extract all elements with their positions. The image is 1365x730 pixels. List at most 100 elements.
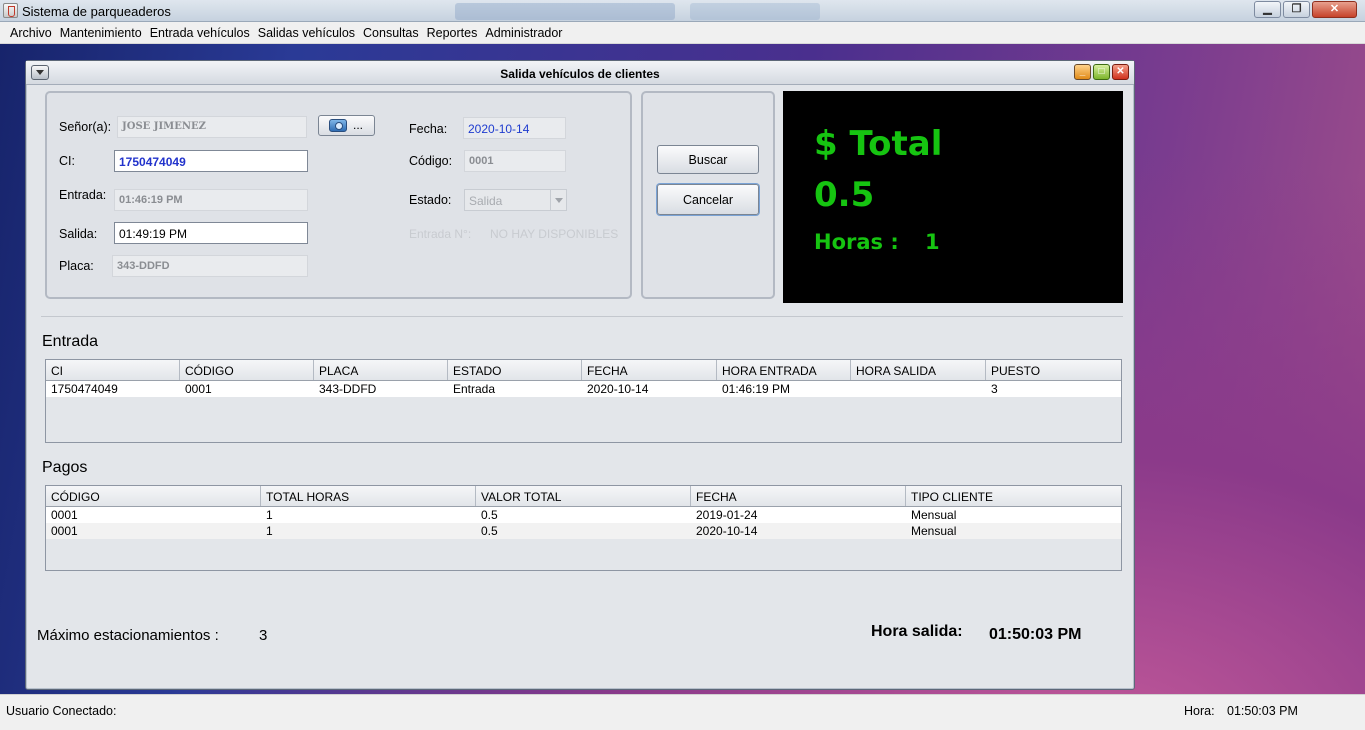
column-header[interactable]: CI: [46, 360, 180, 380]
max-estacionamientos-label: Máximo estacionamientos :: [37, 627, 219, 644]
entrada-field: 01:46:19 PM: [114, 189, 308, 211]
table-row[interactable]: 1750474049 0001 343-DDFD Entrada 2020-10…: [46, 381, 1121, 397]
table-cell: 0001: [51, 508, 78, 522]
column-header[interactable]: FECHA: [691, 486, 906, 506]
entrada-label: Entrada:: [59, 188, 107, 202]
estado-select-value: Salida: [469, 194, 503, 208]
pagos-table-header: CÓDIGO TOTAL HORAS VALOR TOTAL FECHA TIP…: [46, 486, 1121, 507]
background-window-ghost: [455, 3, 675, 20]
pagos-table: CÓDIGO TOTAL HORAS VALOR TOTAL FECHA TIP…: [45, 485, 1122, 571]
hora-value: 01:50:03 PM: [1227, 704, 1298, 718]
codigo-field: 0001: [464, 150, 566, 172]
placa-label: Placa:: [59, 259, 94, 273]
placa-field: 343-DDFD: [112, 255, 308, 277]
menu-administrador[interactable]: Administrador: [481, 22, 566, 43]
senor-field: JOSE JIMENEZ: [117, 116, 307, 138]
minimize-button[interactable]: ▁: [1254, 1, 1281, 18]
table-row[interactable]: 0001 1 0.5 2020-10-14 Mensual: [46, 523, 1121, 539]
menu-bar: Archivo Mantenimiento Entrada vehículos …: [0, 22, 1365, 44]
frame-minimize-button[interactable]: _: [1074, 64, 1091, 80]
fecha-label: Fecha:: [409, 122, 448, 136]
column-header[interactable]: CÓDIGO: [46, 486, 261, 506]
column-header[interactable]: ESTADO: [448, 360, 582, 380]
status-bar: Usuario Conectado: Hora: 01:50:03 PM: [0, 694, 1365, 730]
entrada-table-header: CI CÓDIGO PLACA ESTADO FECHA HORA ENTRAD…: [46, 360, 1121, 381]
camera-icon: [329, 119, 347, 132]
table-cell: 1750474049: [51, 382, 118, 396]
table-cell: Mensual: [911, 524, 957, 538]
hora-salida-value: 01:50:03 PM: [989, 626, 1082, 643]
column-header[interactable]: VALOR TOTAL: [476, 486, 691, 506]
chevron-down-icon: [550, 190, 566, 210]
restore-icon: ❐: [1291, 3, 1302, 15]
estado-select[interactable]: Salida: [464, 189, 567, 211]
table-cell: [851, 381, 986, 397]
horas-value: 1: [925, 230, 940, 254]
camera-search-button[interactable]: ...: [318, 115, 375, 136]
buscar-button[interactable]: Buscar: [657, 145, 759, 174]
horas-label: Horas :: [814, 230, 899, 254]
java-app-icon: [3, 3, 18, 18]
menu-archivo[interactable]: Archivo: [6, 22, 56, 43]
minimize-icon: _: [1079, 66, 1086, 77]
menu-mantenimiento[interactable]: Mantenimiento: [56, 22, 146, 43]
menu-reportes[interactable]: Reportes: [423, 22, 482, 43]
app-title-bar: Sistema de parqueaderos ▁ ❐ ✕: [0, 0, 1365, 22]
column-header[interactable]: CÓDIGO: [180, 360, 314, 380]
client-form-panel: Señor(a): JOSE JIMENEZ ... CI: 175047404…: [45, 91, 632, 299]
cancelar-button[interactable]: Cancelar: [657, 184, 759, 215]
table-cell: 2019-01-24: [696, 508, 758, 522]
column-header[interactable]: TIPO CLIENTE: [906, 486, 1121, 506]
codigo-label: Código:: [409, 154, 453, 168]
total-label: $ Total: [814, 124, 943, 164]
usuario-conectado-label: Usuario Conectado:: [6, 704, 117, 718]
table-cell: 3: [991, 382, 998, 396]
column-header[interactable]: PUESTO: [986, 360, 1121, 380]
column-header[interactable]: PLACA: [314, 360, 448, 380]
table-cell: 1: [266, 508, 273, 522]
menu-entrada-vehiculos[interactable]: Entrada vehículos: [146, 22, 254, 43]
table-cell: 01:46:19 PM: [722, 382, 791, 396]
maximize-icon: □: [1098, 66, 1105, 77]
frame-maximize-button[interactable]: □: [1093, 64, 1110, 80]
frame-title: Salida vehículos de clientes: [500, 67, 660, 81]
menu-salidas-vehiculos[interactable]: Salidas vehículos: [254, 22, 359, 43]
table-cell: 343-DDFD: [319, 382, 377, 396]
senor-label: Señor(a):: [59, 120, 112, 134]
entrada-section-title: Entrada: [42, 333, 99, 350]
fecha-field: 2020-10-14: [463, 117, 566, 139]
entrada-table: CI CÓDIGO PLACA ESTADO FECHA HORA ENTRAD…: [45, 359, 1122, 443]
actions-panel: Buscar Cancelar: [641, 91, 775, 299]
max-estacionamientos-value: 3: [259, 627, 268, 644]
table-cell: 0001: [51, 524, 78, 538]
column-header[interactable]: HORA ENTRADA: [717, 360, 851, 380]
camera-button-dots: ...: [353, 118, 364, 132]
table-cell: 1: [266, 524, 273, 538]
close-icon: ✕: [1116, 66, 1125, 77]
hora-salida-label: Hora salida:: [871, 623, 963, 640]
total-display: $ Total 0.5 Horas : 1: [783, 91, 1123, 303]
section-divider: [41, 316, 1123, 317]
ci-input[interactable]: 1750474049: [114, 150, 308, 172]
table-cell: 0.5: [481, 508, 498, 522]
table-cell: 2020-10-14: [587, 382, 649, 396]
table-cell: Mensual: [911, 508, 957, 522]
menu-consultas[interactable]: Consultas: [359, 22, 423, 43]
salida-label: Salida:: [59, 227, 98, 241]
table-cell: 2020-10-14: [696, 524, 758, 538]
app-title: Sistema de parqueaderos: [22, 4, 171, 19]
hora-label: Hora:: [1184, 704, 1215, 718]
column-header[interactable]: FECHA: [582, 360, 717, 380]
close-button[interactable]: ✕: [1312, 1, 1357, 18]
table-cell: Entrada: [453, 382, 496, 396]
column-header[interactable]: HORA SALIDA: [851, 360, 986, 380]
frame-close-button[interactable]: ✕: [1112, 64, 1129, 80]
maximize-button[interactable]: ❐: [1283, 1, 1310, 18]
background-window-ghost: [690, 3, 820, 20]
column-header[interactable]: TOTAL HORAS: [261, 486, 476, 506]
pagos-section-title: Pagos: [42, 459, 88, 476]
close-icon: ✕: [1329, 3, 1340, 15]
frame-title-bar: Salida vehículos de clientes _ □ ✕: [26, 61, 1134, 85]
salida-input[interactable]: 01:49:19 PM: [114, 222, 308, 244]
table-row[interactable]: 0001 1 0.5 2019-01-24 Mensual: [46, 507, 1121, 523]
